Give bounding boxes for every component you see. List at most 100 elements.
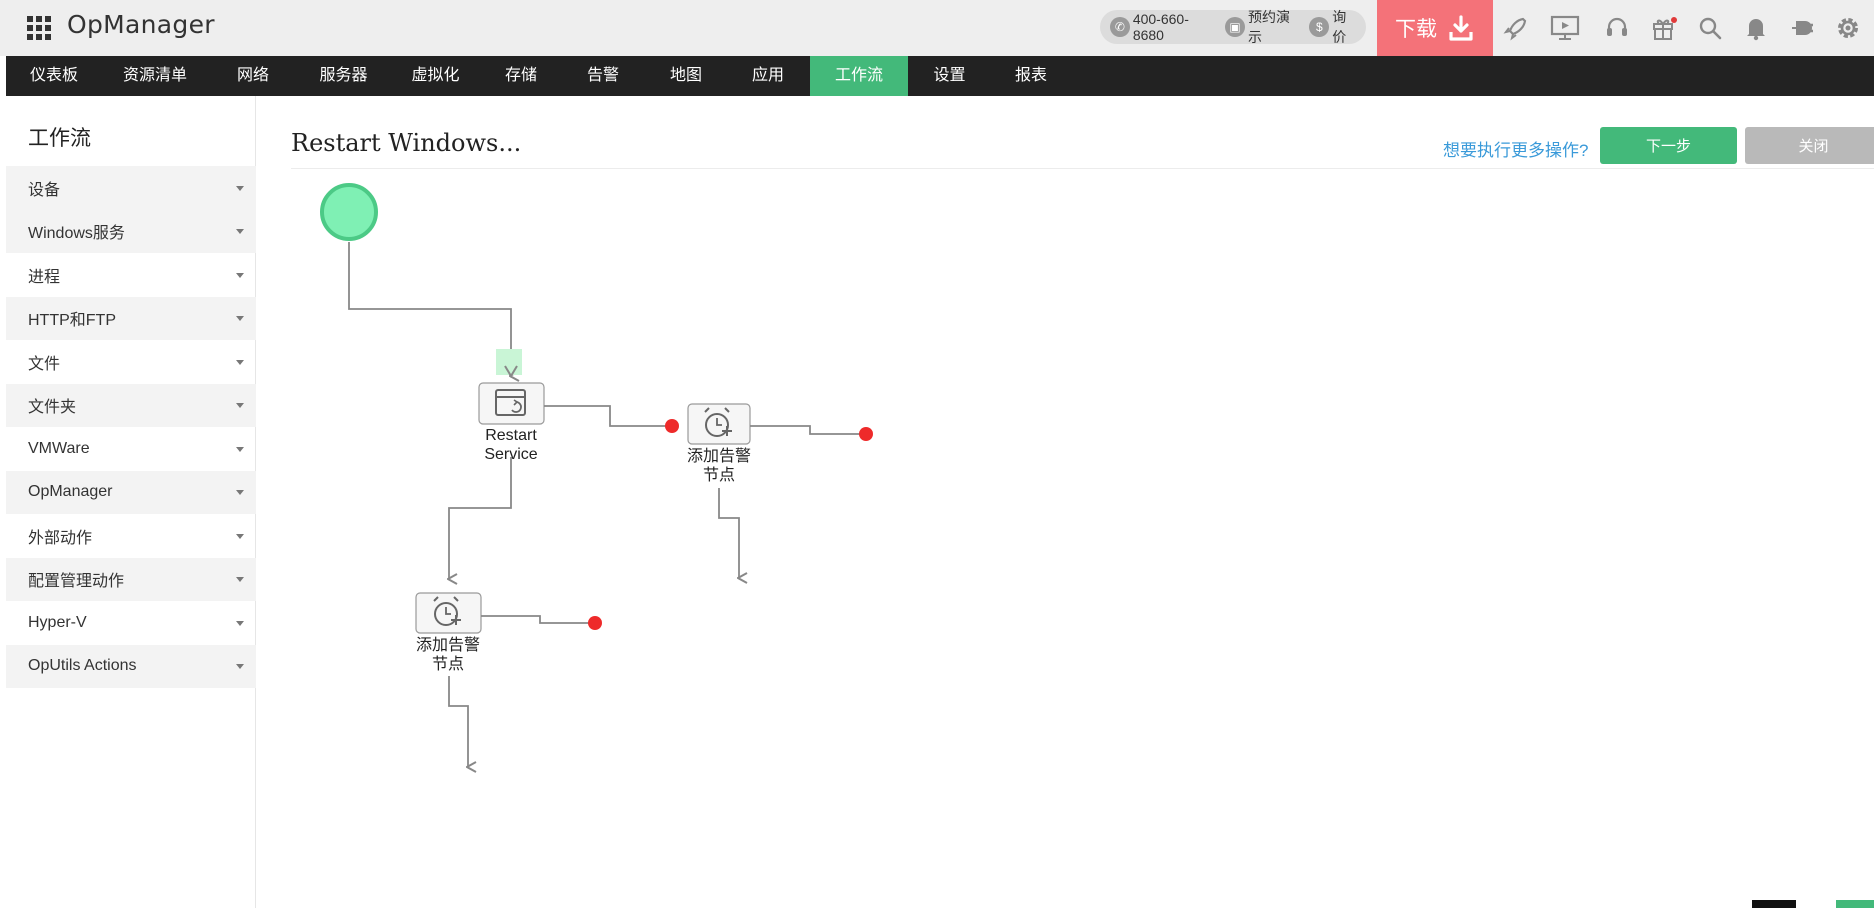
nav-virtualization[interactable]: 虚拟化 [389, 56, 482, 96]
restart-service-node[interactable] [478, 382, 545, 425]
caret-down-icon [236, 620, 244, 626]
category-folder[interactable]: 文件夹 [6, 383, 256, 427]
gift-icon[interactable] [1648, 12, 1680, 44]
phone-number: 400-660-8680 [1132, 11, 1189, 43]
category-hyper-v[interactable]: Hyper-V [6, 601, 256, 645]
category-label: Hyper-V [28, 613, 87, 631]
category-windows-service[interactable]: Windows服务 [6, 209, 256, 253]
plug-icon[interactable] [1786, 12, 1818, 44]
workflow-sidebar: 工作流 设备 Windows服务 进程 HTTP和FTP 文件 文件夹 VMWa… [6, 96, 256, 908]
nav-inventory[interactable]: 资源清单 [102, 56, 208, 96]
category-label: 文件 [28, 355, 61, 373]
drop-target-highlight[interactable] [496, 349, 522, 375]
failure-endpoint-dot[interactable] [588, 616, 602, 630]
caret-down-icon [236, 490, 244, 496]
caret-down-icon [236, 446, 244, 452]
category-label: 进程 [28, 268, 61, 286]
price-link[interactable]: $ 询价 [1309, 7, 1360, 47]
caret-down-icon [236, 403, 244, 409]
price-label: 询价 [1332, 9, 1347, 45]
download-button[interactable]: 下载 [1377, 0, 1493, 56]
nav-storage[interactable]: 存储 [482, 56, 560, 96]
caret-down-icon [236, 272, 244, 278]
category-label: 配置管理动作 [28, 573, 125, 591]
category-label: OpManager [28, 483, 113, 501]
category-label: 文件夹 [28, 399, 77, 417]
nav-network[interactable]: 网络 [208, 56, 298, 96]
top-bar: OpManager ✆ 400-660-8680 ▣ 预约演示 $ 询价 下载 [0, 0, 1874, 56]
nav-workflow[interactable]: 工作流 [810, 56, 908, 96]
apps-grid-icon[interactable] [27, 16, 51, 40]
rocket-icon[interactable] [1500, 12, 1532, 44]
category-label: 外部动作 [28, 529, 93, 547]
bell-icon[interactable] [1740, 12, 1772, 44]
download-label: 下载 [1395, 18, 1437, 41]
caret-down-icon [236, 664, 244, 670]
nav-settings[interactable]: 设置 [908, 56, 991, 96]
bottom-widget-fragment [1836, 900, 1874, 908]
nav-apps[interactable]: 应用 [726, 56, 810, 96]
gear-icon[interactable] [1832, 12, 1864, 44]
next-step-button[interactable]: 下一步 [1600, 127, 1737, 164]
video-icon: ▣ [1225, 17, 1245, 37]
caret-down-icon [236, 316, 244, 322]
app-title: OpManager [67, 10, 215, 39]
category-label: HTTP和FTP [28, 312, 116, 330]
failure-endpoint-dot[interactable] [665, 419, 679, 433]
nav-alarms[interactable]: 告警 [560, 56, 646, 96]
category-label: VMWare [28, 439, 90, 457]
action-category-list: 设备 Windows服务 进程 HTTP和FTP 文件 文件夹 VMWare O… [6, 166, 256, 688]
workflow-main: Restart Windows... 想要执行更多操作? 下一步 关闭 [257, 96, 1874, 908]
sidebar-title: 工作流 [28, 127, 91, 150]
category-opmanager[interactable]: OpManager [6, 470, 256, 514]
nav-dashboard[interactable]: 仪表板 [6, 56, 102, 96]
headset-icon[interactable] [1601, 12, 1633, 44]
category-label: OpUtils Actions [28, 657, 137, 675]
add-alarm-bottom-label: 添加告警 节点 [408, 636, 488, 674]
node-label-line: 节点 [431, 656, 464, 673]
more-actions-link[interactable]: 想要执行更多操作? [1443, 136, 1588, 161]
category-oputils-actions[interactable]: OpUtils Actions [6, 644, 256, 688]
workflow-title: Restart Windows... [291, 129, 522, 157]
add-alarm-node-bottom[interactable] [415, 592, 482, 634]
search-icon[interactable] [1694, 12, 1726, 44]
phone-icon: ✆ [1110, 17, 1130, 37]
header-divider [291, 168, 1874, 169]
category-file[interactable]: 文件 [6, 340, 256, 384]
add-alarm-right-label: 添加告警 节点 [679, 447, 759, 485]
caret-down-icon [236, 359, 244, 365]
presentation-icon[interactable] [1549, 12, 1581, 44]
category-external-actions[interactable]: 外部动作 [6, 514, 256, 558]
caret-down-icon [236, 577, 244, 583]
nav-maps[interactable]: 地图 [646, 56, 726, 96]
node-label-line: Service [484, 446, 538, 463]
category-config-actions[interactable]: 配置管理动作 [6, 557, 256, 601]
node-label-line: 节点 [702, 467, 735, 484]
add-alarm-node-right[interactable] [687, 403, 751, 445]
demo-label: 预约演示 [1248, 9, 1290, 45]
restart-service-label: Restart Service [471, 426, 551, 464]
nav-reports[interactable]: 报表 [991, 56, 1071, 96]
close-button[interactable]: 关闭 [1745, 127, 1874, 164]
category-label: Windows服务 [28, 225, 125, 243]
demo-link[interactable]: ▣ 预约演示 [1225, 7, 1303, 47]
category-label: 设备 [28, 181, 61, 199]
caret-down-icon [236, 533, 244, 539]
category-http-ftp[interactable]: HTTP和FTP [6, 296, 256, 340]
node-label-line: 添加告警 [415, 637, 480, 654]
caret-down-icon [236, 185, 244, 191]
phone-link[interactable]: ✆ 400-660-8680 [1110, 11, 1219, 43]
failure-endpoint-dot[interactable] [859, 427, 873, 441]
category-device[interactable]: 设备 [6, 166, 256, 210]
bottom-widget-fragment [1752, 900, 1796, 908]
contact-bar: ✆ 400-660-8680 ▣ 预约演示 $ 询价 [1100, 7, 1366, 47]
download-icon [1449, 15, 1473, 41]
category-vmware[interactable]: VMWare [6, 427, 256, 471]
caret-down-icon [236, 229, 244, 235]
category-process[interactable]: 进程 [6, 253, 256, 297]
node-label-line: Restart [485, 427, 537, 444]
nav-servers[interactable]: 服务器 [298, 56, 389, 96]
node-label-line: 添加告警 [686, 448, 751, 465]
main-nav: 仪表板 资源清单 网络 服务器 虚拟化 存储 告警 地图 应用 工作流 设置 报… [6, 56, 1874, 96]
start-node[interactable] [320, 183, 378, 241]
